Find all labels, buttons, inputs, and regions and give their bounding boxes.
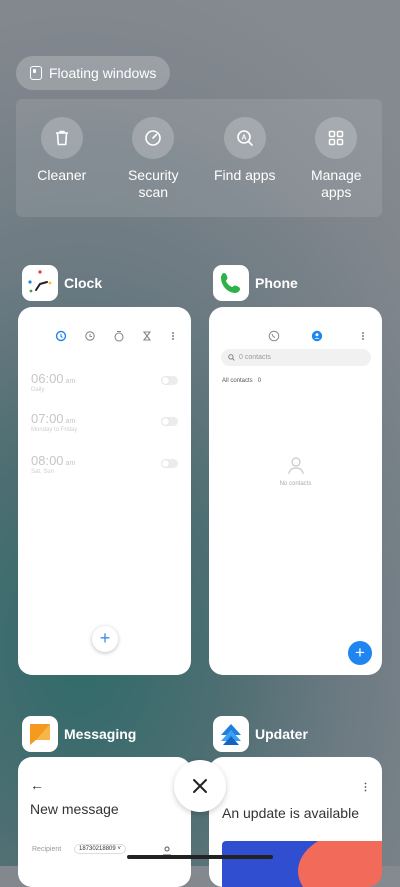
alarm-item[interactable]: 07:00 am Monday to Friday [31, 411, 77, 433]
updater-app-icon [213, 716, 249, 752]
tool-label: Find apps [214, 167, 276, 183]
tool-label: Cleaner [37, 167, 87, 183]
trash-icon [40, 117, 83, 159]
update-banner [222, 841, 382, 887]
person-icon [287, 457, 304, 475]
empty-contacts: No contacts [209, 457, 382, 487]
new-message-heading: New message [30, 801, 119, 817]
messaging-app-card[interactable]: ← New message Recipient 18730218809 ˅ [18, 757, 191, 887]
messaging-title: Messaging [64, 726, 137, 742]
recipient-label: Recipient [32, 846, 62, 853]
phone-title: Phone [255, 275, 298, 291]
contacts-search-input[interactable]: 0 contacts [221, 349, 371, 366]
update-heading: An update is available [222, 805, 359, 821]
tool-label: Security scan [127, 167, 179, 200]
tool-cleaner[interactable]: Cleaner [17, 99, 107, 217]
back-arrow-icon[interactable]: ← [30, 777, 44, 793]
close-all-button[interactable] [174, 760, 226, 812]
tool-manage-apps[interactable]: Manage apps [291, 99, 381, 217]
quick-tools-panel: Cleaner Security scan A Find apps Manage… [16, 99, 382, 217]
updater-card-header[interactable]: Updater [213, 716, 308, 752]
phone-app-icon [213, 265, 249, 301]
updater-app-card[interactable]: An update is available [209, 757, 382, 887]
tool-find-apps[interactable]: A Find apps [200, 99, 290, 217]
alarm-toggle[interactable] [161, 459, 178, 468]
add-contact-button[interactable]: + [348, 641, 372, 665]
home-indicator[interactable] [127, 855, 273, 859]
clock-card-header[interactable]: Clock [22, 265, 102, 301]
alarm-toggle[interactable] [161, 417, 178, 426]
more-menu-icon[interactable] [364, 779, 367, 797]
clock-app-card[interactable]: 06:00 am Daily 07:00 am Monday to Friday 0… [18, 307, 191, 675]
grid-icon [315, 117, 358, 159]
clock-title: Clock [64, 275, 103, 291]
add-alarm-button[interactable]: + [92, 626, 118, 652]
phone-tabs [209, 329, 382, 343]
all-contacts-label: All contacts 0 [222, 378, 262, 384]
messaging-app-icon [22, 716, 58, 752]
close-icon [193, 779, 207, 793]
clock-app-icon [22, 265, 58, 301]
phone-app-card[interactable]: 0 contacts All contacts 0 No contacts + [209, 307, 382, 675]
messaging-card-header[interactable]: Messaging [22, 716, 136, 752]
search-apps-icon: A [223, 117, 266, 159]
gauge-icon [132, 117, 175, 159]
tool-security-scan[interactable]: Security scan [108, 99, 198, 217]
clock-tabs [18, 329, 191, 343]
floating-windows-label: Floating windows [49, 65, 157, 81]
updater-title: Updater [255, 726, 308, 742]
alarm-item[interactable]: 06:00 am Daily [31, 371, 75, 393]
alarm-item[interactable]: 08:00 am Sat, Sun [31, 453, 75, 475]
floating-windows-button[interactable]: Floating windows [16, 56, 171, 90]
svg-text:A: A [241, 135, 246, 142]
search-icon [228, 354, 235, 361]
alarm-toggle[interactable] [161, 376, 178, 385]
phone-card-header[interactable]: Phone [213, 265, 298, 301]
recipient-chip[interactable]: 18730218809 ˅ [74, 844, 126, 854]
floating-window-icon [30, 66, 42, 80]
tool-label: Manage apps [310, 167, 362, 200]
